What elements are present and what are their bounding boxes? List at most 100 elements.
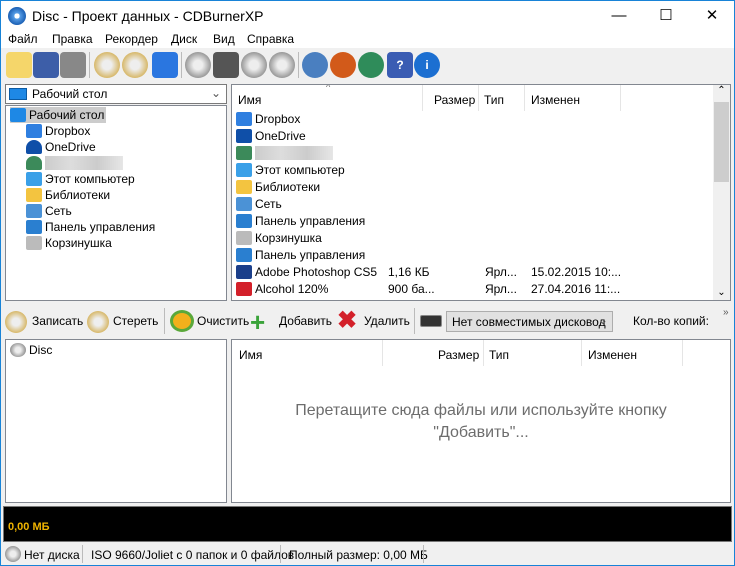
file-row[interactable]: Этот компьютер xyxy=(236,162,706,179)
web-icon[interactable] xyxy=(358,52,384,78)
recycle-bin-icon xyxy=(26,236,42,250)
maximize-button[interactable]: ☐ xyxy=(643,1,689,31)
drive-info-icon[interactable] xyxy=(213,52,239,78)
new-project-icon[interactable] xyxy=(6,52,32,78)
app-disc-icon xyxy=(8,7,26,25)
file-type: Ярл... xyxy=(485,282,517,296)
file-modified: 15.02.2015 10:... xyxy=(531,265,622,279)
file-row[interactable]: Панель управления xyxy=(236,213,706,230)
settings-icon[interactable] xyxy=(302,52,328,78)
save-icon[interactable] xyxy=(33,52,59,78)
clear-icon xyxy=(170,310,194,332)
menu-disc[interactable]: Диск xyxy=(171,32,197,46)
column-type[interactable]: Тип xyxy=(484,93,504,107)
scroll-down-arrow[interactable]: ⌄ xyxy=(713,287,730,298)
file-modified: 27.04.2016 11:... xyxy=(531,282,621,296)
tree-item-libraries[interactable]: Библиотеки xyxy=(26,187,110,203)
control-panel-icon xyxy=(26,220,42,234)
column-modified[interactable]: Изменен xyxy=(531,93,580,107)
file-icon xyxy=(236,214,252,228)
about-icon[interactable]: i xyxy=(414,52,440,78)
sort-ascending-icon: ^ xyxy=(326,84,331,92)
status-total-size: Полный размер: 0,00 МБ xyxy=(289,548,428,562)
file-icon xyxy=(236,282,252,296)
file-row[interactable]: Корзинушка xyxy=(236,230,706,247)
tree-item-onedrive[interactable]: OneDrive xyxy=(26,139,96,155)
overflow-chevron-icon[interactable]: » xyxy=(723,307,729,318)
copies-label: Кол-во копий: xyxy=(633,314,709,328)
file-icon xyxy=(236,197,252,211)
compilation-list-header: Имя Размер Тип Изменен xyxy=(232,340,730,366)
location-value: Рабочий стол xyxy=(32,87,108,101)
column-name[interactable]: Имя xyxy=(238,93,261,107)
menu-help[interactable]: Справка xyxy=(247,32,294,46)
file-row[interactable]: Dropbox xyxy=(236,111,706,128)
file-icon xyxy=(236,248,252,262)
scrollbar-thumb[interactable] xyxy=(714,102,729,182)
menu-edit[interactable]: Правка xyxy=(52,32,93,46)
tree-item-dropbox[interactable]: Dropbox xyxy=(26,123,90,139)
import-session-icon[interactable] xyxy=(241,52,267,78)
onedrive-icon xyxy=(26,140,42,154)
folder-tree: Рабочий стол Dropbox OneDrive Этот компь… xyxy=(5,105,227,301)
tree-item-desktop[interactable]: Рабочий стол xyxy=(10,107,106,123)
menu-file[interactable]: Файл xyxy=(8,32,38,46)
file-icon xyxy=(236,129,252,143)
menu-recorder[interactable]: Рекордер xyxy=(105,32,158,46)
burn-disc-icon xyxy=(5,311,27,333)
location-combo[interactable]: Рабочий стол ⌄ xyxy=(5,84,227,104)
update-icon[interactable] xyxy=(330,52,356,78)
file-row[interactable]: Библиотеки xyxy=(236,179,706,196)
drive-icon xyxy=(420,315,442,327)
file-icon xyxy=(236,265,252,279)
status-disc: Нет диска xyxy=(24,548,80,562)
network-icon xyxy=(26,204,42,218)
desktop-icon xyxy=(9,88,27,100)
print-icon[interactable] xyxy=(60,52,86,78)
column-size[interactable]: Размер xyxy=(438,348,479,362)
window-icon[interactable] xyxy=(152,52,178,78)
disc-info-icon[interactable] xyxy=(185,52,211,78)
file-row[interactable]: Панель управления xyxy=(236,247,706,264)
drop-hint-line2: "Добавить"... xyxy=(433,424,529,441)
capacity-value: 0,00 МБ xyxy=(8,521,50,533)
libraries-icon xyxy=(26,188,42,202)
vertical-scrollbar[interactable]: ⌃ ⌄ xyxy=(713,85,730,300)
file-row[interactable]: OneDrive xyxy=(236,128,706,145)
tree-item-network[interactable]: Сеть xyxy=(26,203,72,219)
column-name[interactable]: Имя xyxy=(239,348,262,362)
minimize-button[interactable]: — xyxy=(596,1,642,31)
tree-item-recycle-bin[interactable]: Корзинушка xyxy=(26,235,112,251)
verify-disc-icon[interactable] xyxy=(122,52,148,78)
tree-item-user[interactable] xyxy=(26,155,123,171)
erase-disc-icon[interactable] xyxy=(94,52,120,78)
scroll-up-arrow[interactable]: ⌃ xyxy=(713,85,730,96)
eject-icon[interactable] xyxy=(269,52,295,78)
dropbox-icon xyxy=(26,124,42,138)
column-size[interactable]: Размер xyxy=(434,93,475,107)
chevron-down-icon: ⌄ xyxy=(210,86,221,100)
column-modified[interactable]: Изменен xyxy=(588,348,637,362)
status-bar: Нет диска ISO 9660/Joliet с 0 папок и 0 … xyxy=(1,543,734,565)
file-type: Ярл... xyxy=(485,265,517,279)
compilation-tree: Disc xyxy=(5,339,227,503)
menu-view[interactable]: Вид xyxy=(213,32,235,46)
plus-icon: + xyxy=(250,307,266,337)
help-icon[interactable]: ? xyxy=(387,52,413,78)
file-row[interactable]: Adobe Photoshop CS5 1,16 КБ Ярл... 15.02… xyxy=(236,264,706,281)
blurred-username xyxy=(255,146,333,160)
file-icon xyxy=(236,180,252,194)
title-bar: Disc - Проект данных - CDBurnerXP — ☐ ✕ xyxy=(1,1,734,31)
file-row[interactable]: Alcohol 120% 900 ба... Ярл... 27.04.2016… xyxy=(236,281,706,298)
app-window: Disc - Проект данных - CDBurnerXP — ☐ ✕ … xyxy=(0,0,735,566)
window-title: Disc - Проект данных - CDBurnerXP xyxy=(32,8,264,24)
file-size: 1,16 КБ xyxy=(388,265,430,279)
tree-item-computer[interactable]: Этот компьютер xyxy=(26,171,135,187)
tree-item-disc[interactable]: Disc xyxy=(10,343,52,357)
close-button[interactable]: ✕ xyxy=(689,1,735,31)
file-row[interactable] xyxy=(236,145,706,162)
drive-select[interactable]: Нет совместимых дисковод ⌄ xyxy=(446,311,613,332)
file-row[interactable]: Сеть xyxy=(236,196,706,213)
tree-item-control-panel[interactable]: Панель управления xyxy=(26,219,155,235)
column-type[interactable]: Тип xyxy=(489,348,509,362)
